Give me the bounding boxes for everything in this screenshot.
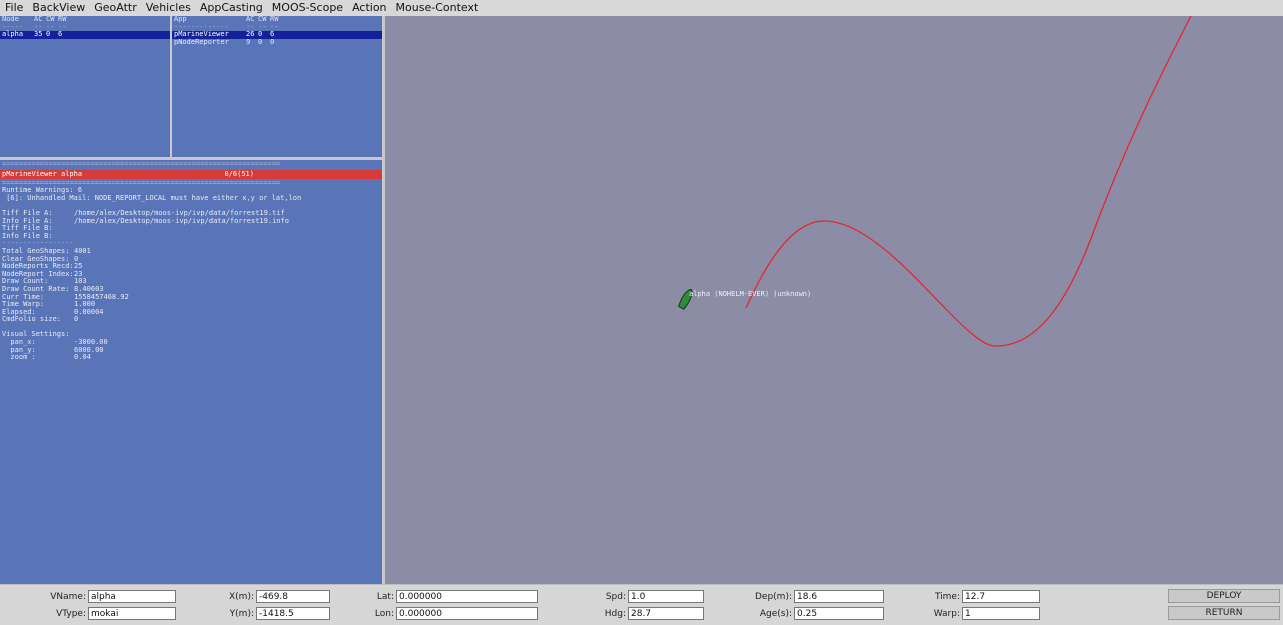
- app-cw: 0: [258, 37, 263, 46]
- viewer-svg: [677, 16, 1192, 347]
- vehicle-control-bar: VName: VType: X(m): Y(m): Lat: Lon: Spd:…: [0, 584, 1283, 625]
- vtype-label: VType:: [56, 608, 86, 619]
- marine-viewer-canvas[interactable]: alpha (NOHELM-EVER) (unknown): [385, 16, 1283, 584]
- hdg-label: Hdg:: [604, 608, 626, 619]
- node-ac: 35: [34, 30, 43, 39]
- vname-field: VName:: [40, 590, 176, 603]
- lat-field: Lat:: [360, 590, 538, 603]
- node-rw: 6: [58, 30, 63, 39]
- node-cw: 0: [46, 30, 51, 39]
- app-name: pNodeReporter: [174, 37, 229, 46]
- menu-vehicles[interactable]: Vehicles: [141, 0, 195, 16]
- y-label: Y(m):: [229, 608, 254, 619]
- warp-label: Warp:: [933, 608, 960, 619]
- vtype-input[interactable]: [88, 607, 176, 620]
- menu-moos-scope[interactable]: MOOS-Scope: [267, 0, 347, 16]
- age-label: Age(s):: [759, 608, 792, 619]
- depth-input[interactable]: [794, 590, 884, 603]
- separator-line: ========================================…: [2, 160, 281, 168]
- x-field: X(m):: [214, 590, 330, 603]
- stat-row: CmdFolio size: 0: [0, 316, 382, 324]
- app-rw: 0: [270, 37, 275, 46]
- stat-row: Curr Time: 1558457468.92: [0, 293, 382, 302]
- menu-action[interactable]: Action: [347, 0, 390, 16]
- appcast-info-panel: ========================================…: [0, 160, 382, 584]
- node-list-panel: Node AC CW RW ----- -- -- -- alpha 35 0 …: [0, 16, 170, 157]
- visual-row-key: zoom :: [2, 353, 36, 362]
- stat-row: Time Warp: 1.000: [0, 300, 382, 309]
- spd-input[interactable]: [628, 590, 704, 603]
- age-input[interactable]: [794, 607, 884, 620]
- visual-row-value: 0.04: [74, 353, 91, 362]
- lat-input[interactable]: [396, 590, 538, 603]
- spd-field: Spd:: [590, 590, 704, 603]
- vehicle-label: alpha (NOHELM-EVER) (unknown): [689, 290, 812, 298]
- x-input[interactable]: [256, 590, 330, 603]
- lon-field: Lon:: [360, 607, 538, 620]
- visual-row: pan_x: -3000.00: [0, 338, 382, 347]
- x-label: X(m):: [229, 591, 254, 602]
- vtype-field: VType:: [40, 607, 176, 620]
- app-ac: 9: [246, 37, 251, 46]
- app-row-pnodereporter[interactable]: pNodeReporter 9 0 0: [172, 37, 382, 47]
- visual-settings-block: pan_x: -3000.00 pan_y: 6000.00 zoom : 0.04: [0, 338, 382, 362]
- visual-row: zoom : 0.04: [0, 354, 382, 362]
- return-button[interactable]: RETURN: [1168, 606, 1280, 620]
- visual-settings-header: Visual Settings:: [2, 330, 70, 339]
- file-value: /home/alex/Desktop/moos-ivp/ivp/data/for…: [74, 216, 289, 225]
- age-field: Age(s):: [752, 607, 884, 620]
- y-input[interactable]: [256, 607, 330, 620]
- lon-label: Lon:: [374, 608, 394, 619]
- app-list-panel: App AC CW RW ------------- -- -- -- pMar…: [172, 16, 382, 157]
- vehicle-track-line: [745, 16, 1192, 347]
- deploy-button[interactable]: DEPLOY: [1168, 589, 1280, 603]
- visual-row: pan_y: 6000.00: [0, 346, 382, 355]
- appcast-title-bar: pMarineViewer alpha 0/6(51): [0, 169, 382, 179]
- menu-bar: File BackView GeoAttr Vehicles AppCastin…: [0, 0, 1283, 16]
- lon-input[interactable]: [396, 607, 538, 620]
- warp-field: Warp:: [924, 607, 1040, 620]
- hdg-field: Hdg:: [590, 607, 704, 620]
- stat-row-value: 0.00004: [74, 307, 104, 316]
- y-field: Y(m):: [214, 607, 330, 620]
- vname-input[interactable]: [88, 590, 176, 603]
- hdg-input[interactable]: [628, 607, 704, 620]
- time-label: Time:: [934, 591, 960, 602]
- time-input[interactable]: [962, 590, 1040, 603]
- warning-line: [6]: Unhandled Mail: NODE_REPORT_LOCAL m…: [2, 193, 302, 202]
- stats-block: Total GeoShapes: 4001 Clear GeoShapes: 0 Nod…: [0, 247, 382, 324]
- appcast-title: pMarineViewer alpha: [2, 169, 83, 178]
- depth-field: Dep(m):: [752, 590, 884, 603]
- depth-label: Dep(m):: [754, 591, 792, 602]
- menu-geoattr[interactable]: GeoAttr: [89, 0, 141, 16]
- appcast-counts: 0/6(51): [224, 169, 254, 178]
- node-table-header: Node AC CW RW: [0, 16, 170, 24]
- menu-mouse-context[interactable]: Mouse-Context: [391, 0, 483, 16]
- menu-backview[interactable]: BackView: [27, 0, 89, 16]
- node-name: alpha: [2, 30, 24, 39]
- time-field: Time:: [924, 590, 1040, 603]
- file-row: Tiff File B:: [0, 225, 382, 233]
- stat-row-key: CmdFolio size:: [2, 315, 62, 324]
- stat-row-value: 0: [74, 315, 79, 324]
- menu-file[interactable]: File: [0, 0, 27, 16]
- vname-label: VName:: [50, 591, 86, 602]
- menu-appcasting[interactable]: AppCasting: [195, 0, 267, 16]
- node-table-divider: ----- -- -- --: [0, 23, 170, 32]
- spd-label: Spd:: [605, 591, 626, 602]
- warp-input[interactable]: [962, 607, 1040, 620]
- node-row-alpha[interactable]: alpha 35 0 6: [0, 31, 170, 39]
- lat-label: Lat:: [376, 591, 394, 602]
- stat-row: Draw Count Rate: 8.40603: [0, 285, 382, 294]
- file-row: Info File A:/home/alex/Desktop/moos-ivp/…: [0, 216, 382, 226]
- stat-row: NodeReport Index: 23: [0, 270, 382, 279]
